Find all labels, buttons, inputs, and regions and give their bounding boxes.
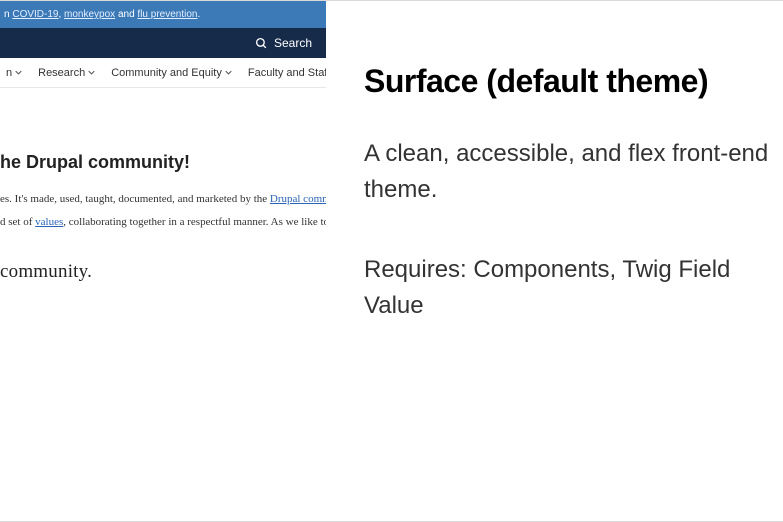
- nav-item-community[interactable]: Community and Equity: [111, 67, 232, 79]
- banner-link-covid[interactable]: COVID-19: [12, 9, 58, 20]
- nav-item-research[interactable]: Research: [38, 67, 95, 79]
- theme-requires: Requires: Components, Twig Field Value: [364, 252, 783, 324]
- search-icon: [255, 37, 268, 50]
- theme-info: Surface (default theme) A clean, accessi…: [326, 1, 783, 521]
- link-drupal-community[interactable]: Drupal community: [270, 193, 326, 205]
- nested-page: n COVID-19, monkeypox and flu prevention…: [0, 1, 326, 521]
- chevron-down-icon: [88, 69, 95, 76]
- nav-label: Community and Equity: [111, 67, 222, 79]
- theme-card: n COVID-19, monkeypox and flu prevention…: [0, 0, 783, 522]
- page-heading: he Drupal community!: [0, 152, 320, 173]
- nav-item-0[interactable]: n: [6, 67, 22, 79]
- theme-description: A clean, accessible, and flex front-end …: [364, 136, 783, 208]
- banner-mid: and: [115, 9, 137, 20]
- search-label: Search: [274, 36, 312, 50]
- theme-title: Surface (default theme): [364, 63, 783, 100]
- link-values[interactable]: values: [35, 216, 63, 228]
- chevron-down-icon: [15, 69, 22, 76]
- paragraph-1: es. It's made, used, taught, documented,…: [0, 191, 320, 208]
- search-button[interactable]: Search: [255, 36, 312, 50]
- utility-bar: Search: [0, 28, 326, 58]
- nav-label: n: [6, 67, 12, 79]
- nav-item-faculty[interactable]: Faculty and Staff: [248, 67, 326, 79]
- nav-label: Research: [38, 67, 85, 79]
- banner-suffix: .: [197, 9, 200, 20]
- theme-screenshot: n COVID-19, monkeypox and flu prevention…: [0, 1, 326, 521]
- p1-a: es. It's made, used, taught, documented,…: [0, 193, 270, 205]
- chevron-down-icon: [225, 69, 232, 76]
- page-body: he Drupal community! es. It's made, used…: [0, 88, 326, 283]
- alert-banner: n COVID-19, monkeypox and flu prevention…: [0, 1, 326, 28]
- paragraph-2: d set of values, collaborating together …: [0, 214, 320, 231]
- banner-link-flu[interactable]: flu prevention: [137, 9, 197, 20]
- primary-nav: n Research Community and Equity Faculty …: [0, 58, 326, 88]
- banner-link-monkeypox[interactable]: monkeypox: [64, 9, 115, 20]
- nav-label: Faculty and Staff: [248, 67, 326, 79]
- quote-fragment: community.: [0, 261, 320, 283]
- p2-a: d set of: [0, 216, 35, 228]
- p2-b: , collaborating together in a respectful…: [63, 216, 326, 228]
